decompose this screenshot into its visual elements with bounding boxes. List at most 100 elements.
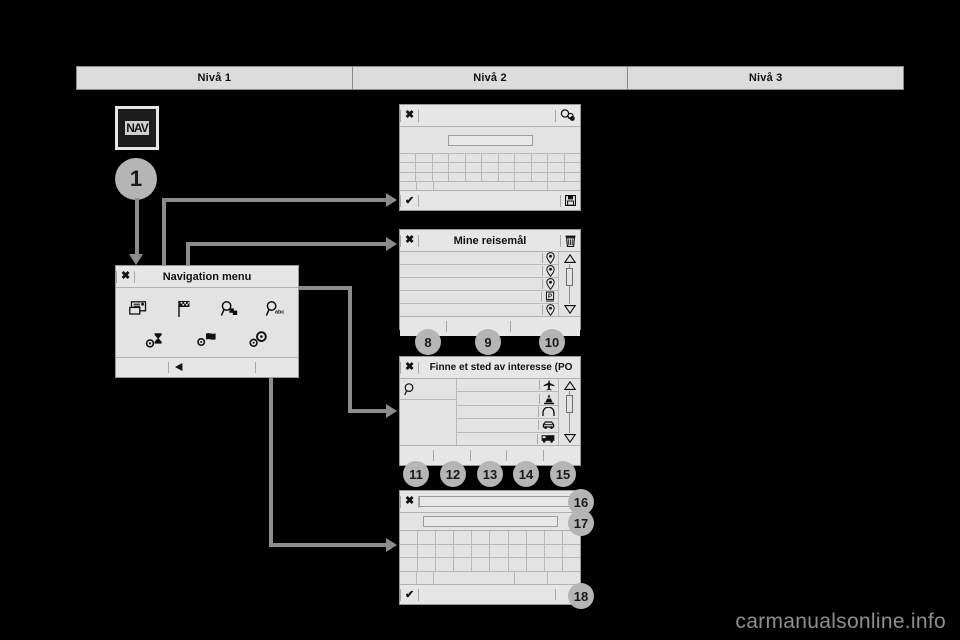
key-cell[interactable] [454, 558, 473, 571]
list-item[interactable] [457, 433, 558, 445]
key-cell[interactable] [466, 163, 483, 172]
key-cell[interactable] [515, 163, 532, 172]
key-cell[interactable] [472, 544, 491, 557]
list-item[interactable] [400, 278, 558, 291]
key-cell[interactable] [499, 154, 516, 163]
key-cell[interactable] [548, 163, 565, 172]
map-settings-icon[interactable] [194, 329, 220, 351]
key-cell[interactable] [532, 172, 549, 181]
key-cell[interactable] [400, 172, 417, 181]
key-cell[interactable] [436, 544, 455, 557]
key-cell-space[interactable] [434, 181, 515, 190]
key-cell[interactable] [482, 154, 499, 163]
list-item[interactable] [400, 265, 558, 278]
key-cell[interactable] [449, 154, 466, 163]
key-cell[interactable] [417, 571, 434, 584]
key-cell[interactable] [565, 154, 580, 162]
key-cell[interactable] [499, 163, 516, 172]
key-cell[interactable] [509, 558, 527, 571]
close-icon[interactable]: ✖ [401, 110, 418, 121]
key-row[interactable] [400, 544, 580, 558]
key-cell[interactable] [509, 531, 527, 544]
key-row[interactable] [400, 172, 580, 182]
key-cell[interactable] [400, 163, 417, 172]
address-card-icon[interactable] [126, 298, 152, 320]
list-item[interactable] [400, 304, 558, 316]
key-row[interactable] [400, 571, 580, 585]
key-cell[interactable] [400, 571, 417, 584]
key-cell-space[interactable] [434, 571, 515, 584]
key-cell[interactable] [482, 172, 499, 181]
scrollbar-track[interactable] [566, 391, 573, 433]
triangle-up-icon[interactable] [563, 381, 576, 390]
check-icon[interactable]: ✔ [401, 588, 418, 601]
key-cell[interactable] [565, 163, 580, 171]
key-row[interactable] [400, 181, 580, 190]
list-item[interactable] [457, 419, 558, 433]
key-cell[interactable] [418, 531, 437, 544]
trash-icon[interactable] [565, 235, 576, 247]
list-item[interactable] [457, 406, 558, 420]
scrollbar[interactable] [558, 252, 580, 316]
list-item[interactable] [457, 379, 558, 393]
close-icon[interactable]: ✖ [401, 496, 418, 507]
key-cell[interactable] [482, 163, 499, 172]
key-cell[interactable] [466, 172, 483, 181]
key-row[interactable] [400, 163, 580, 173]
key-cell[interactable] [515, 571, 548, 584]
poi-search-icon[interactable] [560, 109, 576, 122]
key-row[interactable] [400, 154, 580, 164]
key-cell[interactable] [454, 544, 473, 557]
close-icon[interactable]: ✖ [401, 362, 418, 373]
route-settings-icon[interactable] [143, 329, 169, 351]
triangle-down-icon[interactable] [563, 434, 576, 443]
text-input-field[interactable] [447, 134, 533, 146]
key-cell[interactable] [433, 154, 450, 163]
key-cell[interactable] [563, 558, 580, 571]
magnifier-icon[interactable] [404, 382, 416, 396]
list-item[interactable]: P [400, 291, 558, 304]
key-cell[interactable] [400, 154, 417, 163]
key-cell[interactable] [509, 544, 527, 557]
triangle-down-icon[interactable] [563, 305, 576, 314]
key-row[interactable] [400, 531, 580, 545]
key-cell[interactable] [527, 531, 545, 544]
scrollbar-thumb[interactable] [566, 395, 573, 413]
key-cell[interactable] [449, 172, 466, 181]
key-cell[interactable] [436, 531, 455, 544]
address-field-1[interactable] [419, 496, 577, 507]
key-cell[interactable] [545, 544, 563, 557]
key-cell[interactable] [449, 163, 466, 172]
key-cell[interactable] [418, 558, 437, 571]
scrollbar-thumb[interactable] [566, 268, 573, 286]
key-cell[interactable] [548, 182, 580, 190]
key-cell[interactable] [433, 172, 450, 181]
key-cell[interactable] [532, 154, 549, 163]
key-cell[interactable] [454, 531, 473, 544]
checkered-flag-icon[interactable] [171, 298, 197, 320]
key-cell[interactable] [433, 163, 450, 172]
key-cell[interactable] [400, 558, 419, 571]
key-cell[interactable] [527, 544, 545, 557]
key-cell[interactable] [417, 181, 434, 190]
key-cell[interactable] [499, 172, 516, 181]
scrollbar[interactable] [558, 379, 580, 445]
list-item[interactable] [457, 392, 558, 406]
key-cell[interactable] [548, 572, 580, 585]
key-cell[interactable] [400, 181, 417, 190]
key-cell[interactable] [548, 154, 565, 163]
nav-hardkey[interactable]: NAV [115, 106, 159, 150]
key-row[interactable] [400, 558, 580, 572]
key-cell[interactable] [436, 558, 455, 571]
key-cell[interactable] [418, 544, 437, 557]
key-cell[interactable] [545, 531, 563, 544]
key-cell[interactable] [490, 544, 509, 557]
key-cell[interactable] [490, 558, 509, 571]
key-cell[interactable] [490, 531, 509, 544]
key-cell[interactable] [515, 154, 532, 163]
back-arrow-icon[interactable] [174, 362, 184, 372]
key-cell[interactable] [515, 181, 548, 190]
key-cell[interactable] [532, 163, 549, 172]
key-cell[interactable] [563, 545, 580, 558]
floppy-disk-icon[interactable] [565, 195, 576, 206]
